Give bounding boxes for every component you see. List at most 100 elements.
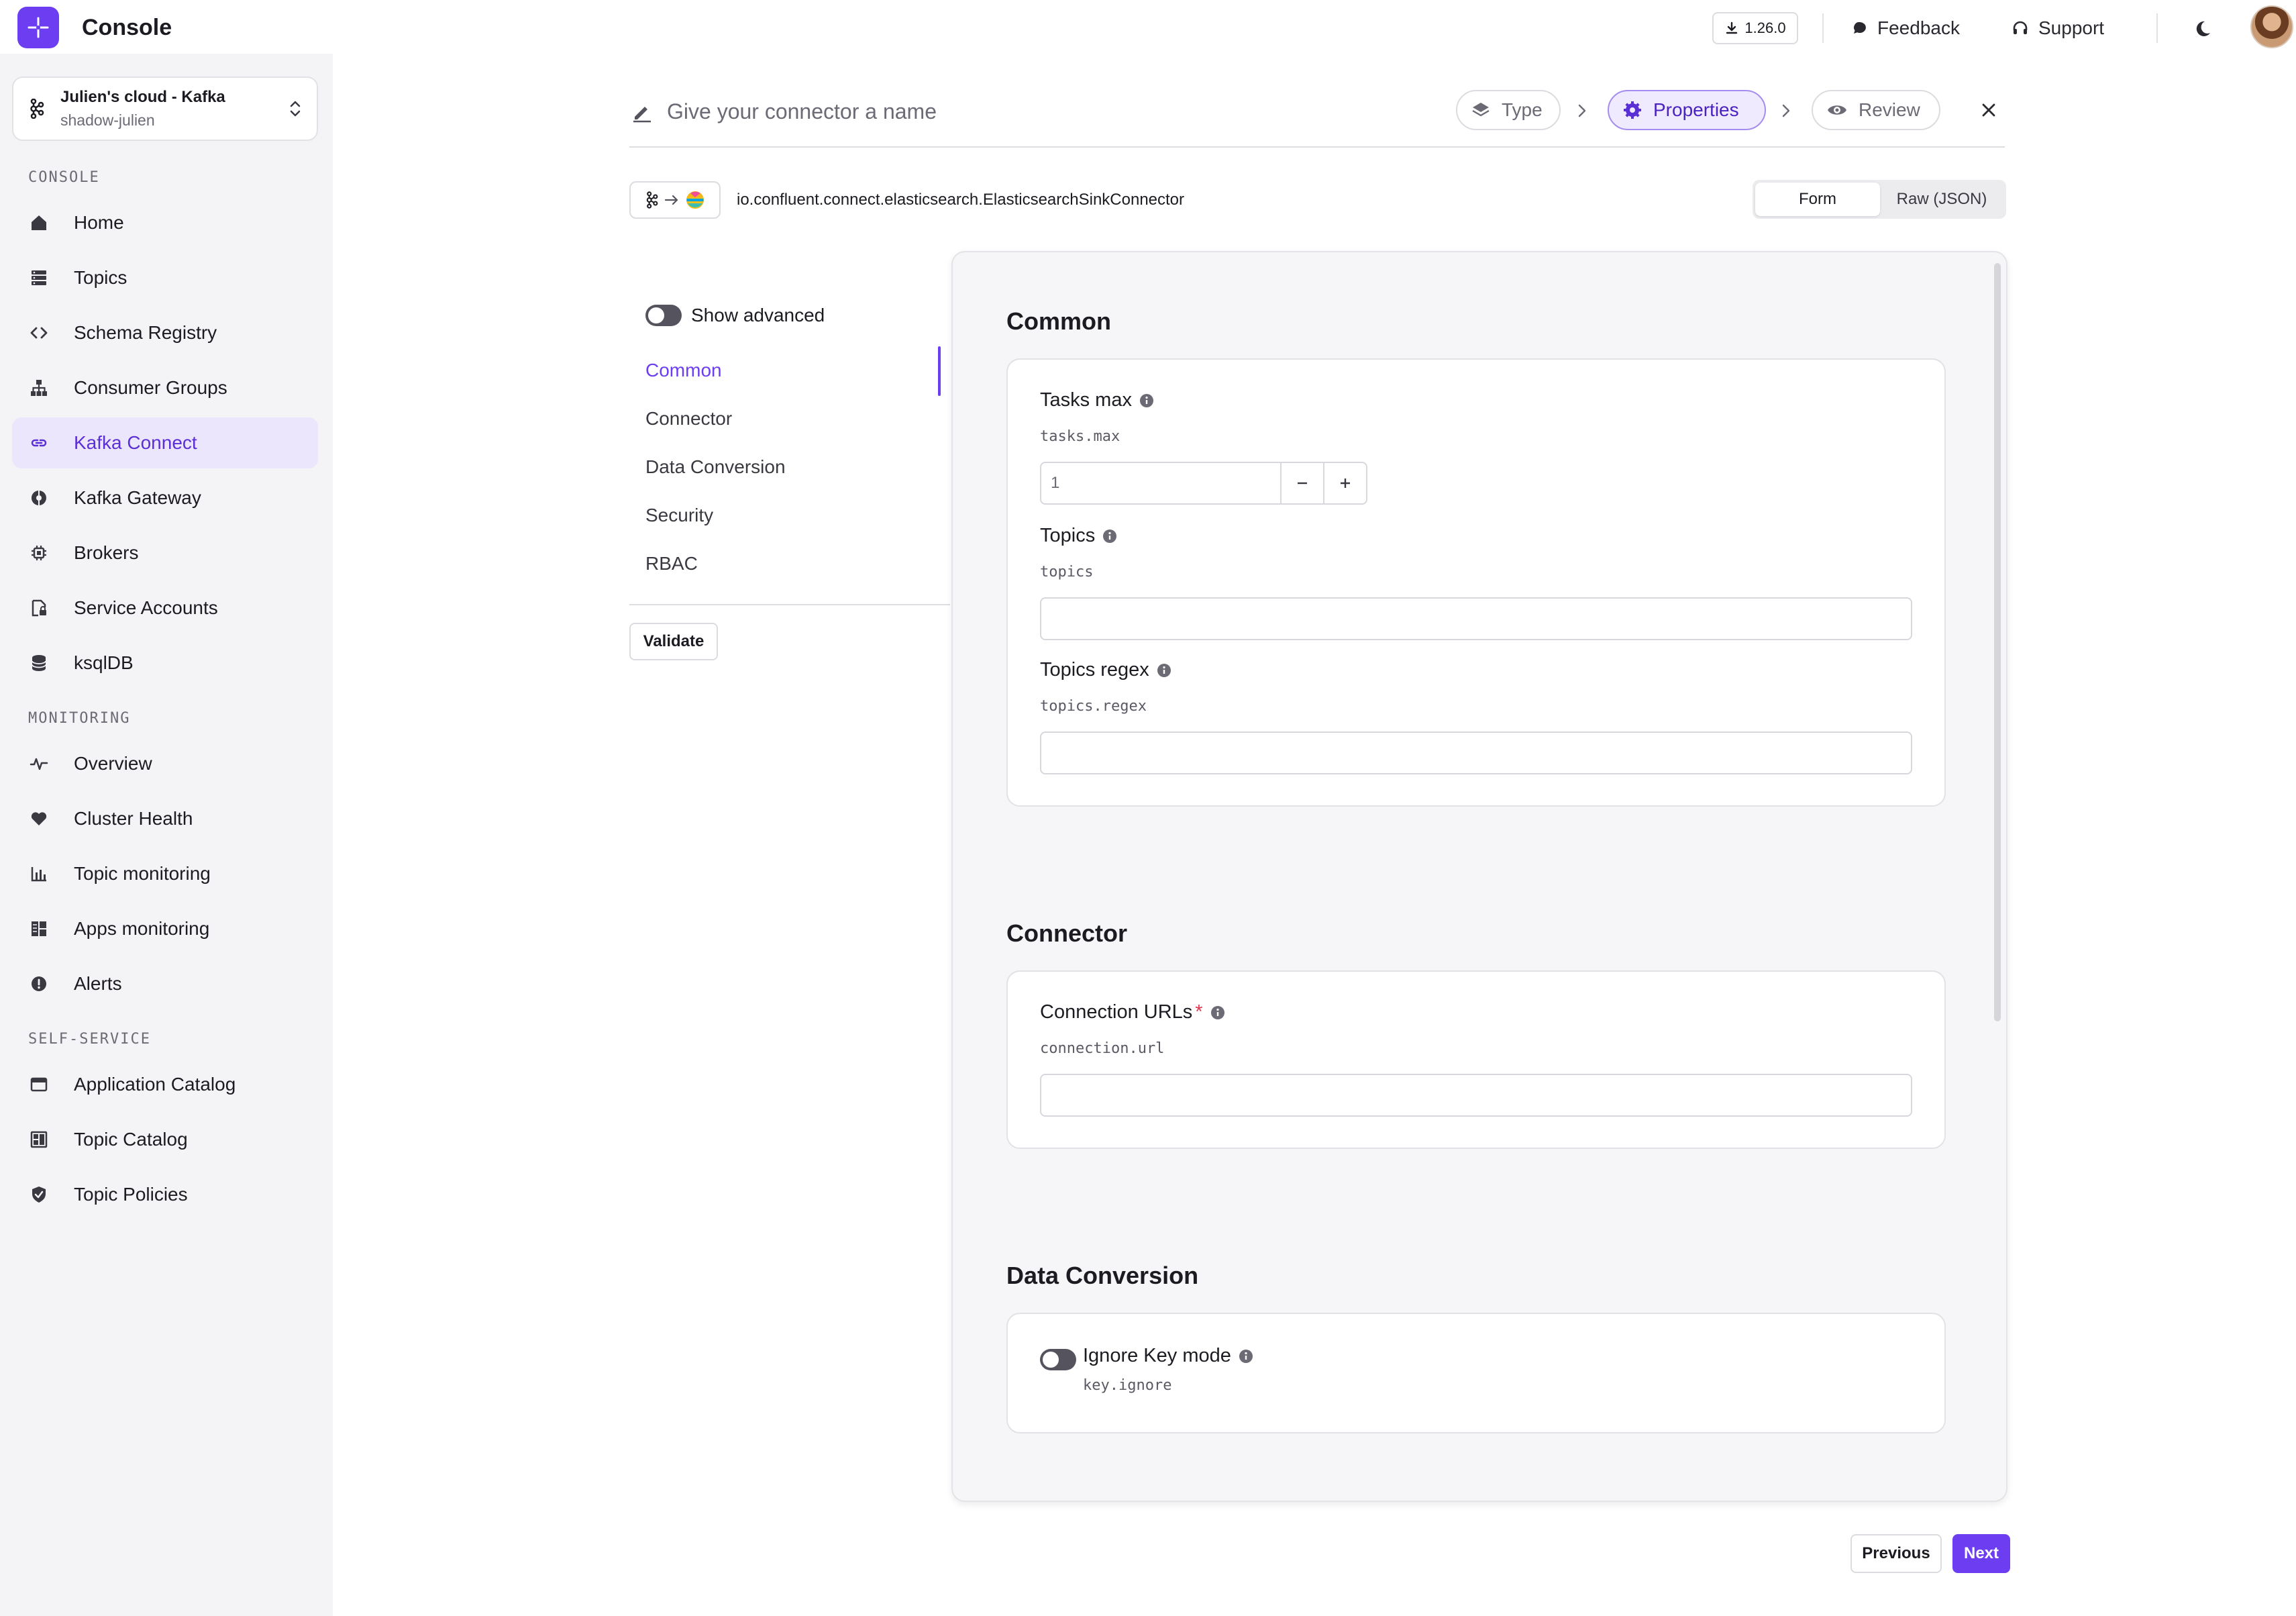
topics-icon xyxy=(28,267,50,289)
card-common: Tasks max tasks.max Topics topics Topics… xyxy=(1006,358,1946,807)
active-nav-indicator xyxy=(938,346,941,396)
sidebar-item-label: Topic Catalog xyxy=(74,1129,188,1150)
catalog-icon xyxy=(28,1129,50,1150)
toggle-switch[interactable] xyxy=(645,305,682,326)
step-properties[interactable]: Properties xyxy=(1608,90,1766,130)
form-nav-data-conversion[interactable]: Data Conversion xyxy=(645,456,786,478)
sidebar-item-label: Schema Registry xyxy=(74,322,217,343)
sidebar-item-label: Topics xyxy=(74,267,127,288)
form-nav-connector[interactable]: Connector xyxy=(645,408,732,430)
pulse-icon xyxy=(28,753,50,774)
sidebar-item-service-accounts[interactable]: Service Accounts xyxy=(12,583,318,634)
sidebar-item-label: Service Accounts xyxy=(74,597,218,618)
group-title-common: Common xyxy=(1006,307,1111,335)
divider xyxy=(1822,13,1824,43)
heart-icon xyxy=(28,808,50,829)
info-icon[interactable] xyxy=(1139,393,1155,409)
field-label-ignore-key: Ignore Key mode xyxy=(1083,1345,1254,1367)
sidebar-item-topics[interactable]: Topics xyxy=(12,252,318,303)
kafka-icon xyxy=(28,99,44,119)
sidebar-item-label: Alerts xyxy=(74,973,122,994)
sidebar-item-topic-catalog[interactable]: Topic Catalog xyxy=(12,1114,318,1165)
properties-form-panel: Common Tasks max tasks.max Topics topics… xyxy=(951,251,2007,1502)
topics-regex-input[interactable] xyxy=(1040,731,1912,774)
info-icon[interactable] xyxy=(1156,662,1172,678)
connection-urls-input[interactable] xyxy=(1040,1074,1912,1117)
info-icon[interactable] xyxy=(1210,1005,1226,1021)
link-icon xyxy=(28,432,50,454)
sidebar-item-overview[interactable]: Overview xyxy=(12,738,318,789)
console-logo-icon[interactable] xyxy=(17,7,59,48)
raw-json-view-tab[interactable]: Raw (JSON) xyxy=(1880,183,2003,216)
show-advanced-toggle[interactable]: Show advanced xyxy=(645,305,825,326)
connector-name-row xyxy=(629,87,2005,148)
sidebar-item-kafka-connect[interactable]: Kafka Connect xyxy=(12,417,318,468)
sidebar-item-home[interactable]: Home xyxy=(12,197,318,248)
sidebar: Julien's cloud - Kafka shadow-julien CON… xyxy=(0,54,333,1616)
sidebar-item-label: ksqlDB xyxy=(74,652,134,673)
sidebar-item-label: Overview xyxy=(74,753,152,774)
step-label: Type xyxy=(1502,99,1543,120)
card-data-conversion: Ignore Key mode key.ignore xyxy=(1006,1313,1946,1433)
field-label-text: Topics xyxy=(1040,525,1096,546)
info-icon[interactable] xyxy=(1102,528,1118,544)
plus-icon xyxy=(1338,476,1353,491)
connector-name-input[interactable] xyxy=(667,97,1338,126)
avatar[interactable] xyxy=(2250,5,2293,48)
validate-button[interactable]: Validate xyxy=(629,623,718,660)
step-review[interactable]: Review xyxy=(1812,90,1940,130)
close-icon xyxy=(1978,99,1999,121)
field-label-topics-regex: Topics regex xyxy=(1040,659,1172,681)
minus-icon xyxy=(1295,476,1310,491)
info-icon[interactable] xyxy=(1238,1348,1254,1364)
code-icon xyxy=(28,322,50,344)
home-icon xyxy=(28,212,50,234)
form-nav-common[interactable]: Common xyxy=(645,360,722,381)
tasks-max-stepper xyxy=(1040,462,1367,505)
support-label: Support xyxy=(2038,17,2105,38)
form-nav-rbac[interactable]: RBAC xyxy=(645,553,698,574)
form-view-tab[interactable]: Form xyxy=(1755,183,1880,216)
decrement-button[interactable] xyxy=(1280,463,1323,503)
feedback-link[interactable]: Feedback xyxy=(1852,13,1960,43)
sidebar-item-ksqldb[interactable]: ksqlDB xyxy=(12,638,318,689)
sidebar-item-brokers[interactable]: Brokers xyxy=(12,527,318,578)
version-badge[interactable]: 1.26.0 xyxy=(1712,12,1798,44)
sidebar-item-label: Topic Policies xyxy=(74,1184,188,1205)
sidebar-item-kafka-gateway[interactable]: Kafka Gateway xyxy=(12,472,318,523)
field-label-text: Ignore Key mode xyxy=(1083,1345,1231,1366)
scrollbar[interactable] xyxy=(1994,263,2001,1021)
connector-flow-badge xyxy=(629,181,721,219)
card-connector: Connection URLs * connection.url xyxy=(1006,970,1946,1149)
ignore-key-toggle[interactable] xyxy=(1040,1349,1076,1370)
sidebar-item-schema-registry[interactable]: Schema Registry xyxy=(12,307,318,358)
sidebar-item-label: Topic monitoring xyxy=(74,863,211,884)
close-button[interactable] xyxy=(1978,99,1999,121)
sidebar-item-consumer-groups[interactable]: Consumer Groups xyxy=(12,362,318,413)
topics-input[interactable] xyxy=(1040,597,1912,640)
step-type[interactable]: Type xyxy=(1456,90,1561,130)
tasks-max-input[interactable] xyxy=(1041,463,1280,503)
form-nav-security[interactable]: Security xyxy=(645,505,713,526)
previous-button[interactable]: Previous xyxy=(1850,1534,1942,1573)
cluster-subtitle: shadow-julien xyxy=(60,111,155,129)
sidebar-item-label: Consumer Groups xyxy=(74,377,227,398)
step-label: Review xyxy=(1859,99,1920,120)
sidebar-item-label: Kafka Gateway xyxy=(74,487,201,508)
sidebar-item-apps-monitoring[interactable]: Apps monitoring xyxy=(12,903,318,954)
sidebar-item-application-catalog[interactable]: Application Catalog xyxy=(12,1059,318,1110)
sidebar-item-topic-policies[interactable]: Topic Policies xyxy=(12,1169,318,1220)
support-link[interactable]: Support xyxy=(2012,13,2104,43)
sidebar-item-label: Home xyxy=(74,212,124,233)
logo-area: Console xyxy=(17,7,172,48)
field-key: tasks.max xyxy=(1040,428,1120,445)
sidebar-item-topic-monitoring[interactable]: Topic monitoring xyxy=(12,848,318,899)
field-label-text: Tasks max xyxy=(1040,389,1132,411)
increment-button[interactable] xyxy=(1323,463,1366,503)
theme-toggle-button[interactable] xyxy=(2189,15,2215,42)
next-button[interactable]: Next xyxy=(1952,1534,2010,1573)
sidebar-item-alerts[interactable]: Alerts xyxy=(12,958,318,1009)
sidebar-item-cluster-health[interactable]: Cluster Health xyxy=(12,793,318,844)
cluster-selector[interactable]: Julien's cloud - Kafka shadow-julien xyxy=(12,77,318,141)
layers-icon xyxy=(1471,101,1502,119)
